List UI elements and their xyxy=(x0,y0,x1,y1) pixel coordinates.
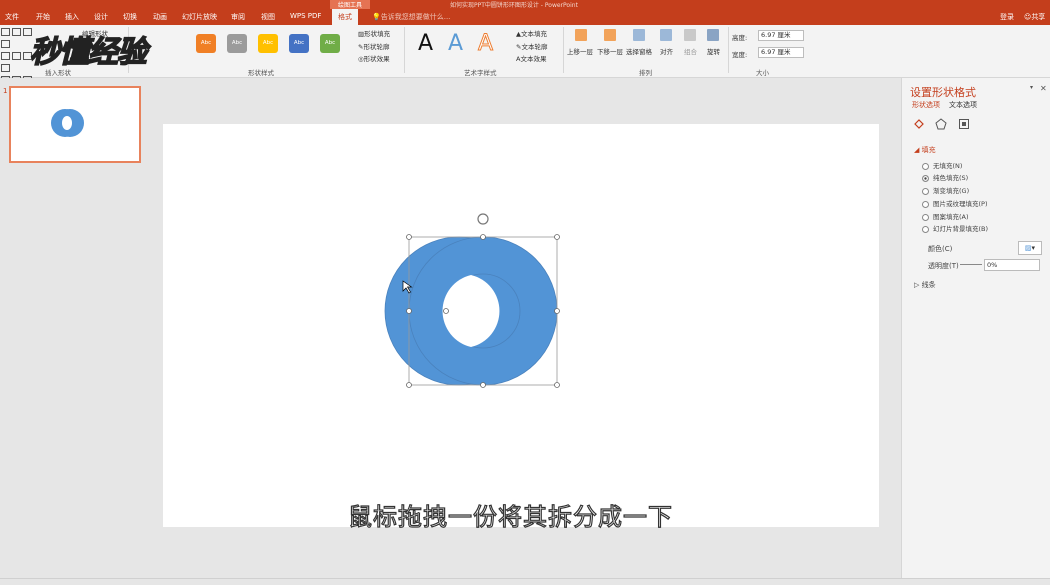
slide-shapes xyxy=(384,213,560,388)
fill-option-picture[interactable]: 图片或纹理填充(P) xyxy=(922,198,988,208)
group-label-arrange: 排列 xyxy=(639,69,652,77)
watermark-logo: 秒懂经验 xyxy=(29,34,148,71)
text-fill-button[interactable]: ▲文本填充 xyxy=(516,28,547,38)
rotate-icon xyxy=(707,29,719,41)
wordart-black[interactable]: A xyxy=(418,31,433,56)
tab-text-options[interactable]: 文本选项 xyxy=(949,100,977,110)
fill-option-solid[interactable]: 纯色填充(S) xyxy=(922,172,968,182)
group-icon xyxy=(684,29,696,41)
wordart-orange-outline[interactable]: A xyxy=(477,31,493,57)
pane-title: 设置形状格式 xyxy=(910,86,976,99)
ribbon-tab-bar: 文件 开始 插入 设计 切换 动画 幻灯片放映 审阅 视图 WPS PDF 格式… xyxy=(0,9,1050,25)
tab-home[interactable]: 开始 xyxy=(36,12,50,22)
context-tab-group-label: 绘图工具 xyxy=(330,0,370,9)
ribbon: 编辑形状 插入形状 Abc Abc Abc Abc Abc ▨形状填充 ✎形状轮… xyxy=(0,25,1050,96)
group-label-wordart-styles: 艺术字样式 xyxy=(464,69,497,77)
tab-file[interactable]: 文件 xyxy=(5,12,19,22)
size-properties-icon[interactable] xyxy=(958,118,970,130)
rotate-button[interactable]: 旋转 xyxy=(707,46,720,56)
paint-bucket-icon: ▨ xyxy=(1024,244,1032,252)
rotate-handle-icon[interactable] xyxy=(477,213,489,225)
fill-line-icon[interactable] xyxy=(913,118,925,130)
color-label: 颜色(C) xyxy=(928,245,953,253)
tab-slideshow[interactable]: 幻灯片放映 xyxy=(182,12,217,22)
login-link[interactable]: 登录 xyxy=(1000,12,1014,22)
width-label: 宽度: xyxy=(732,51,748,59)
tell-me-search[interactable]: 💡告诉我您想要做什么... xyxy=(372,12,450,22)
tab-animations[interactable]: 动画 xyxy=(153,12,167,22)
close-icon[interactable]: ✕ xyxy=(1040,84,1047,93)
slide-thumbnail-pane: 1 xyxy=(0,78,149,578)
group-button[interactable]: 组合 xyxy=(684,46,697,56)
adjust-handle[interactable] xyxy=(443,308,449,314)
window-title: 如何实现PPT中圆饼形环图形设计 - PowerPoint xyxy=(450,2,578,9)
resize-handle[interactable] xyxy=(406,308,412,314)
format-shape-pane: 设置形状格式 ▾ ✕ 形状选项 文本选项 ◢ 填充 无填充(N) 纯色填充(S)… xyxy=(901,78,1050,578)
share-label: 共享 xyxy=(1031,13,1046,21)
width-input[interactable]: 6.97 厘米 xyxy=(758,47,804,58)
resize-handle[interactable] xyxy=(406,382,412,388)
fill-option-pattern[interactable]: 图案填充(A) xyxy=(922,211,969,221)
style-chip-blue[interactable]: Abc xyxy=(289,34,309,53)
effects-pentagon-icon[interactable] xyxy=(935,118,947,130)
transparency-slider[interactable] xyxy=(960,264,982,265)
selection-pane-button[interactable]: 选择窗格 xyxy=(626,46,652,56)
thumbnail-shape-preview xyxy=(51,109,84,137)
fill-option-gradient[interactable]: 渐变填充(G) xyxy=(922,185,969,195)
text-effects-button[interactable]: A文本效果 xyxy=(516,53,546,63)
tab-format[interactable]: 格式 xyxy=(332,9,358,25)
resize-handle[interactable] xyxy=(554,308,560,314)
resize-handle[interactable] xyxy=(480,234,486,240)
wordart-blue[interactable]: A xyxy=(448,31,463,56)
tab-design[interactable]: 设计 xyxy=(94,12,108,22)
slide-number: 1 xyxy=(3,87,8,95)
tab-shape-options[interactable]: 形状选项 xyxy=(912,100,940,110)
video-caption: 鼠标拖拽一份将其拆分成一下 xyxy=(347,502,673,531)
title-bar: 绘图工具 如何实现PPT中圆饼形环图形设计 - PowerPoint xyxy=(0,0,1050,9)
group-divider xyxy=(563,27,564,73)
slide[interactable] xyxy=(163,124,879,527)
text-outline-button[interactable]: ✎文本轮廓 xyxy=(516,41,547,51)
pane-options-chevron-icon[interactable]: ▾ xyxy=(1030,84,1033,91)
style-chip-orange[interactable]: Abc xyxy=(196,34,216,53)
tab-transitions[interactable]: 切换 xyxy=(123,12,137,22)
align-icon xyxy=(660,29,672,41)
style-chip-gray[interactable]: Abc xyxy=(227,34,247,53)
selection-pane-icon xyxy=(633,29,645,41)
align-button[interactable]: 对齐 xyxy=(660,46,673,56)
color-picker-button[interactable]: ▨▾ xyxy=(1018,241,1042,255)
slide-thumbnail[interactable] xyxy=(9,86,141,163)
line-section-header[interactable]: ▷ 线条 xyxy=(914,280,936,290)
shape-outline-button[interactable]: ✎形状轮廓 xyxy=(358,41,389,51)
height-label: 高度: xyxy=(732,34,748,42)
shape-effects-button[interactable]: ◎形状效果 xyxy=(358,53,390,63)
send-backward-button[interactable]: 下移一层 xyxy=(597,46,623,56)
send-backward-icon xyxy=(604,29,616,41)
group-divider xyxy=(728,27,729,73)
style-chip-gold[interactable]: Abc xyxy=(258,34,278,53)
tab-insert[interactable]: 插入 xyxy=(65,12,79,22)
shape-fill-button[interactable]: ▨形状填充 xyxy=(358,28,390,38)
resize-handle[interactable] xyxy=(554,382,560,388)
style-chip-green[interactable]: Abc xyxy=(320,34,340,53)
tab-review[interactable]: 审阅 xyxy=(231,12,245,22)
fill-option-none[interactable]: 无填充(N) xyxy=(922,160,962,170)
tab-wps-pdf[interactable]: WPS PDF xyxy=(290,12,321,20)
tab-view[interactable]: 视图 xyxy=(261,12,275,22)
group-divider xyxy=(404,27,405,73)
transparency-input[interactable]: 0% xyxy=(984,259,1040,271)
resize-handle[interactable] xyxy=(554,234,560,240)
resize-handle[interactable] xyxy=(480,382,486,388)
transparency-label: 透明度(T) xyxy=(928,262,959,270)
group-label-size: 大小 xyxy=(756,69,769,77)
resize-handle[interactable] xyxy=(406,234,412,240)
bring-forward-button[interactable]: 上移一层 xyxy=(567,46,593,56)
fill-option-slide-background[interactable]: 幻灯片背景填充(B) xyxy=(922,223,988,233)
share-button[interactable]: ☺共享 xyxy=(1024,12,1045,22)
bring-forward-icon xyxy=(575,29,587,41)
group-label-shape-styles: 形状样式 xyxy=(248,69,274,77)
fill-section-header[interactable]: ◢ 填充 xyxy=(914,145,936,155)
height-input[interactable]: 6.97 厘米 xyxy=(758,30,804,41)
tell-me-text: 告诉我您想要做什么... xyxy=(380,13,451,21)
